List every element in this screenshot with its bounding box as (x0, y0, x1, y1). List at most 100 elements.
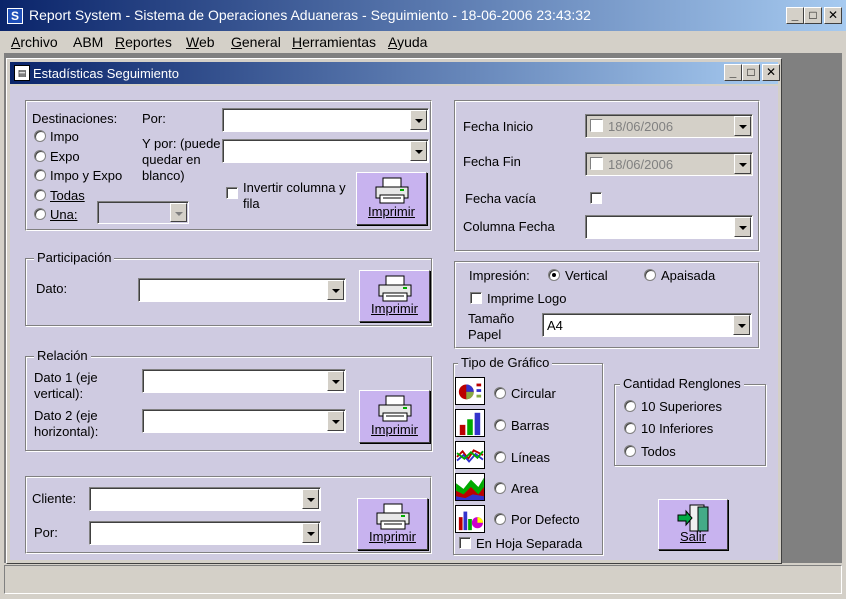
radio-lineas-label: Líneas (511, 450, 551, 465)
radio-todas[interactable] (34, 189, 46, 201)
por-label: Por: (142, 111, 166, 126)
fecha-inicio-value: 18/06/2006 (608, 119, 674, 134)
tipo-grafico-group: Tipo de Gráfico Circular Barras Líneas A… (453, 355, 603, 555)
report-icon: ▤ (14, 65, 30, 81)
fecha-inicio-checkbox[interactable] (590, 119, 603, 132)
menu-web[interactable]: Web (186, 34, 215, 50)
radio-impo[interactable] (34, 130, 46, 142)
fecha-vacia-label: Fecha vacía (465, 191, 536, 206)
radio-circular-label: Circular (511, 386, 556, 401)
fecha-fin-checkbox[interactable] (590, 157, 603, 170)
printer-icon (378, 395, 411, 422)
invertir-label-1: Invertir columna y (243, 180, 346, 195)
radio-apaisada-label: Apaisada (661, 268, 716, 283)
radio-lineas[interactable] (494, 451, 506, 463)
radio-vertical[interactable] (548, 269, 560, 281)
ypor-label-1: Y por: (puede (142, 136, 221, 151)
imprimir-participacion-button[interactable]: Imprimir (359, 270, 430, 322)
child-close-button[interactable]: ✕ (762, 64, 780, 81)
dato1-label-2: vertical): (34, 386, 84, 401)
imprime-logo-checkbox[interactable] (470, 292, 482, 304)
menu-ayuda[interactable]: Ayuda (388, 34, 427, 50)
maximize-button[interactable]: □ (804, 7, 822, 24)
imprimir-cliente-button[interactable]: Imprimir (357, 498, 428, 550)
cliente-combo[interactable] (89, 487, 321, 511)
fecha-inicio-label: Fecha Inicio (463, 119, 534, 134)
tamano-label-1: Tamaño (468, 311, 515, 326)
radio-circular[interactable] (494, 387, 506, 399)
radio-barras[interactable] (494, 419, 506, 431)
invertir-checkbox[interactable] (226, 187, 238, 199)
radio-barras-label: Barras (511, 418, 550, 433)
fecha-vacia-checkbox[interactable] (590, 192, 602, 204)
dato1-combo[interactable] (142, 369, 346, 393)
area-chart-icon (455, 473, 485, 501)
menu-reportes[interactable]: Reportes (115, 34, 172, 50)
imprimir-relacion-button[interactable]: Imprimir (359, 390, 430, 443)
radio-10-inferiores[interactable] (624, 422, 636, 434)
fecha-fin-picker[interactable]: 18/06/2006 (585, 152, 753, 176)
imprimir-seguimiento-button[interactable]: Imprimir (356, 172, 427, 225)
radio-area[interactable] (494, 482, 506, 494)
window-title: Report System - Sistema de Operaciones A… (29, 7, 591, 23)
printer-icon (376, 503, 409, 530)
child-titlebar: ▤ Estadísticas Seguimiento _ □ ✕ (10, 62, 780, 84)
child-maximize-button[interactable]: □ (742, 64, 760, 81)
salir-button[interactable]: Salir (658, 499, 728, 550)
radio-una-label: Una: (50, 207, 78, 222)
tipo-grafico-legend: Tipo de Gráfico (458, 355, 553, 370)
fecha-fin-label: Fecha Fin (463, 154, 521, 169)
hoja-separada-checkbox[interactable] (459, 537, 471, 549)
columna-fecha-combo[interactable] (585, 215, 753, 239)
radio-todos[interactable] (624, 445, 636, 457)
columna-fecha-label: Columna Fecha (463, 219, 555, 234)
radio-impo-expo[interactable] (34, 169, 46, 181)
radio-expo-label: Expo (50, 149, 80, 164)
radio-por-defecto[interactable] (494, 513, 506, 525)
menu-abm[interactable]: ABM (73, 34, 103, 50)
ypor-combo[interactable] (222, 139, 429, 163)
radio-apaisada[interactable] (644, 269, 656, 281)
cliente-label: Cliente: (32, 491, 77, 506)
imprimir-label: Imprimir (368, 204, 415, 219)
participacion-group: Participación Dato: Imprimir (25, 250, 432, 326)
cliente-panel: Cliente: Por: Imprimir (25, 476, 432, 554)
tamano-papel-combo[interactable]: A4 (542, 313, 752, 337)
ypor-label-3: blanco) (142, 168, 185, 183)
radio-area-label: Area (511, 481, 539, 496)
dato2-combo[interactable] (142, 409, 346, 433)
menu-bar: Archivo ABM Reportes Web General Herrami… (0, 31, 846, 53)
tamano-label-2: Papel (468, 327, 502, 342)
una-combo[interactable] (97, 201, 189, 224)
form-client-area: Destinaciones: Impo Expo Impo y Expo Tod… (10, 86, 778, 560)
radio-una[interactable] (34, 208, 46, 220)
por-combo[interactable] (222, 108, 429, 132)
child-title: Estadísticas Seguimiento (33, 66, 179, 81)
radio-10-superiores[interactable] (624, 400, 636, 412)
fecha-inicio-picker[interactable]: 18/06/2006 (585, 114, 753, 138)
printer-icon (378, 275, 411, 302)
default-chart-icon (455, 505, 485, 533)
ypor-label-2: quedar en (142, 152, 201, 167)
dato2-label-1: Dato 2 (eje (34, 408, 98, 423)
cantidad-renglones-group: Cantidad Renglones 10 Superiores 10 Infe… (614, 376, 766, 466)
bar-chart-icon (455, 409, 485, 437)
participacion-dato-combo[interactable] (138, 278, 346, 302)
minimize-button[interactable]: _ (786, 7, 804, 24)
radio-impo-expo-label: Impo y Expo (50, 168, 123, 183)
impresion-panel: Impresión: Vertical Apaisada Imprime Log… (454, 261, 760, 349)
impresion-label: Impresión: (469, 268, 530, 283)
cliente-por-combo[interactable] (89, 521, 321, 545)
menu-herramientas[interactable]: Herramientas (292, 34, 376, 50)
window-titlebar: S Report System - Sistema de Operaciones… (0, 0, 846, 31)
salir-label: Salir (679, 529, 706, 544)
radio-expo[interactable] (34, 150, 46, 162)
menu-general[interactable]: General (231, 34, 281, 50)
menu-archivo[interactable]: Archivo (11, 34, 58, 50)
relacion-group: Relación Dato 1 (eje vertical): Dato 2 (… (25, 348, 432, 451)
close-button[interactable]: ✕ (824, 7, 842, 24)
printer-icon (375, 177, 408, 204)
estadisticas-window: ▤ Estadísticas Seguimiento _ □ ✕ Destina… (6, 58, 782, 564)
child-minimize-button[interactable]: _ (724, 64, 742, 81)
radio-impo-label: Impo (50, 129, 79, 144)
